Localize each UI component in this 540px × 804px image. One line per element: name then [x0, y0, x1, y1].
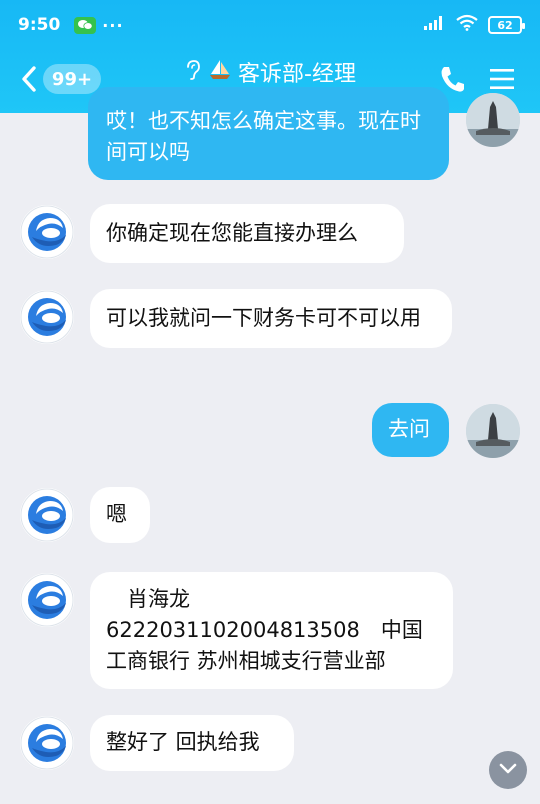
- message-text: 可以我就问一下财务卡可不可以用: [106, 306, 421, 330]
- wifi-icon: [456, 14, 478, 36]
- message-bubble-incoming[interactable]: 嗯: [90, 487, 150, 543]
- chat-title: 客诉部-经理: [238, 62, 356, 87]
- chevron-down-icon: [498, 761, 518, 780]
- my-avatar[interactable]: [466, 93, 520, 147]
- battery-indicator: 62: [488, 16, 525, 34]
- more-notifications-icon: ···: [102, 15, 124, 35]
- wechat-notification-icon: [74, 16, 97, 34]
- ear-icon: [184, 59, 202, 85]
- contact-avatar[interactable]: [20, 716, 74, 770]
- message-text-line: 工商银行 苏州相城支行营业部: [106, 649, 386, 673]
- back-button[interactable]: [16, 62, 46, 96]
- message-list[interactable]: 哎！也不知怎么确定这事。现在时间可以吗 你确定现在您能直接办理么 可以我就问一下…: [0, 87, 540, 804]
- message-bubble-incoming[interactable]: 可以我就问一下财务卡可不可以用: [90, 289, 452, 348]
- message-bubble-incoming[interactable]: 肖海龙 6222031102004813508 中国 工商银行 苏州相城支行营业…: [90, 572, 453, 689]
- my-avatar[interactable]: [466, 404, 520, 458]
- message-text: 整好了 回执给我: [106, 730, 260, 754]
- unread-count-badge[interactable]: 99+: [43, 64, 101, 94]
- message-text-line: 6222031102004813508 中国: [106, 618, 423, 642]
- message-bubble-incoming[interactable]: 整好了 回执给我: [90, 715, 294, 771]
- phone-icon[interactable]: [438, 64, 466, 94]
- contact-avatar[interactable]: [20, 205, 74, 259]
- message-text: 哎！也不知怎么确定这事。现在时间可以吗: [106, 109, 421, 164]
- contact-avatar[interactable]: [20, 488, 74, 542]
- message-bubble-incoming[interactable]: 你确定现在您能直接办理么: [90, 204, 404, 263]
- message-text-line: 肖海龙: [106, 587, 190, 611]
- signal-icon: [424, 15, 446, 36]
- contact-avatar[interactable]: [20, 290, 74, 344]
- message-bubble-outgoing[interactable]: 去问: [372, 403, 449, 457]
- scroll-to-bottom-button[interactable]: [489, 751, 527, 789]
- message-text: 去问: [388, 417, 430, 441]
- status-time: 9:50: [18, 15, 61, 35]
- status-bar: 9:50 ··· 62: [0, 0, 540, 50]
- hamburger-menu-icon[interactable]: [488, 66, 516, 92]
- sailboat-emoji: [208, 58, 232, 86]
- message-bubble-outgoing[interactable]: 哎！也不知怎么确定这事。现在时间可以吗: [88, 87, 449, 180]
- message-text: 你确定现在您能直接办理么: [106, 221, 358, 245]
- message-text: 嗯: [106, 502, 127, 526]
- contact-avatar[interactable]: [20, 573, 74, 627]
